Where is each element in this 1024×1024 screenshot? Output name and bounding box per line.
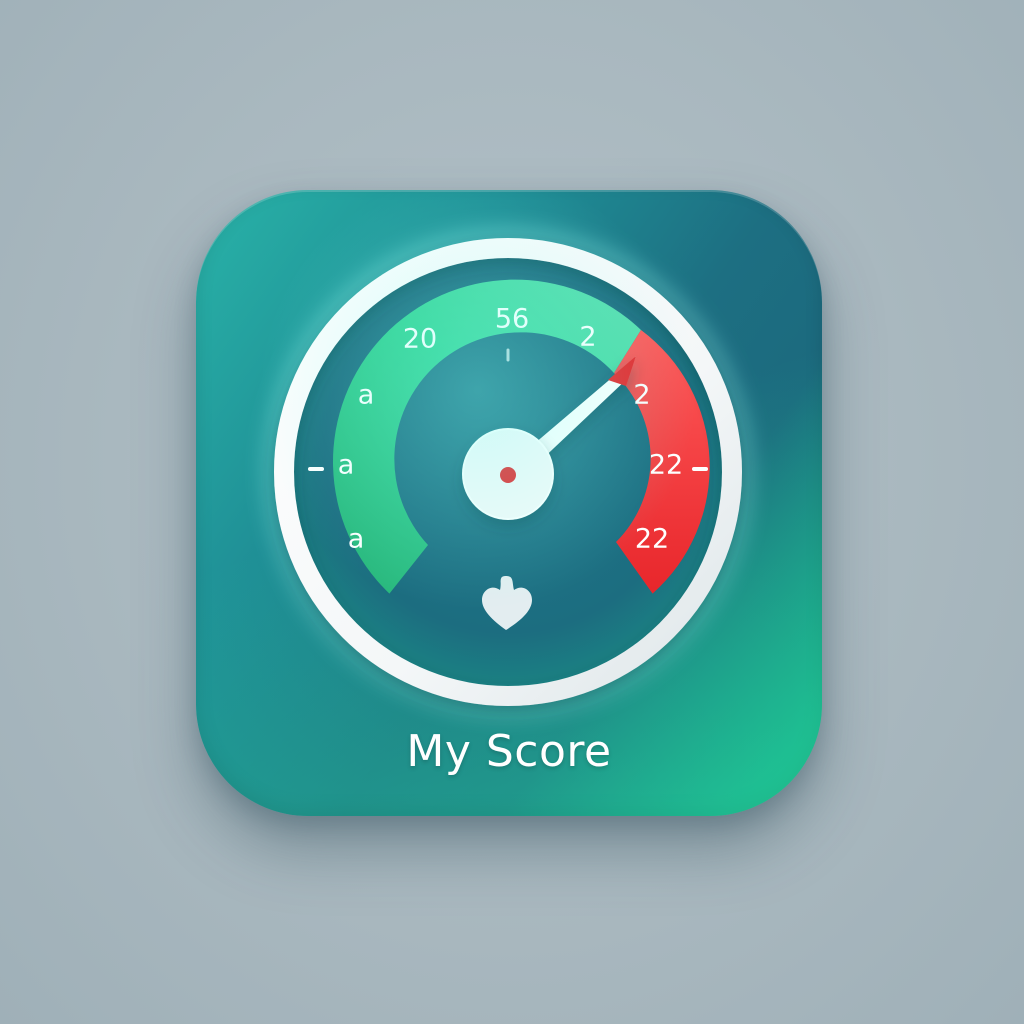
- gauge-scale-label: 22: [635, 524, 669, 555]
- gauge-scale-label: 20: [403, 324, 437, 355]
- gauge-scale-label: a: [348, 524, 365, 555]
- gauge-scale-label: 56: [495, 304, 529, 335]
- gauge-scale-label: 2: [579, 322, 596, 353]
- gauge-hub-dot: [500, 467, 516, 483]
- gauge-scale-label: 2: [633, 380, 650, 411]
- gauge-scale-label: a: [338, 450, 355, 481]
- app-icon-tile[interactable]: a a a 20 56 2 2 22 22 My Score: [196, 190, 822, 816]
- app-label: My Score: [406, 726, 612, 777]
- gauge-scale-label: a: [358, 380, 375, 411]
- speedometer-gauge-icon: a a a 20 56 2 2 22 22: [265, 229, 751, 715]
- gauge-scale-label: 22: [649, 450, 683, 481]
